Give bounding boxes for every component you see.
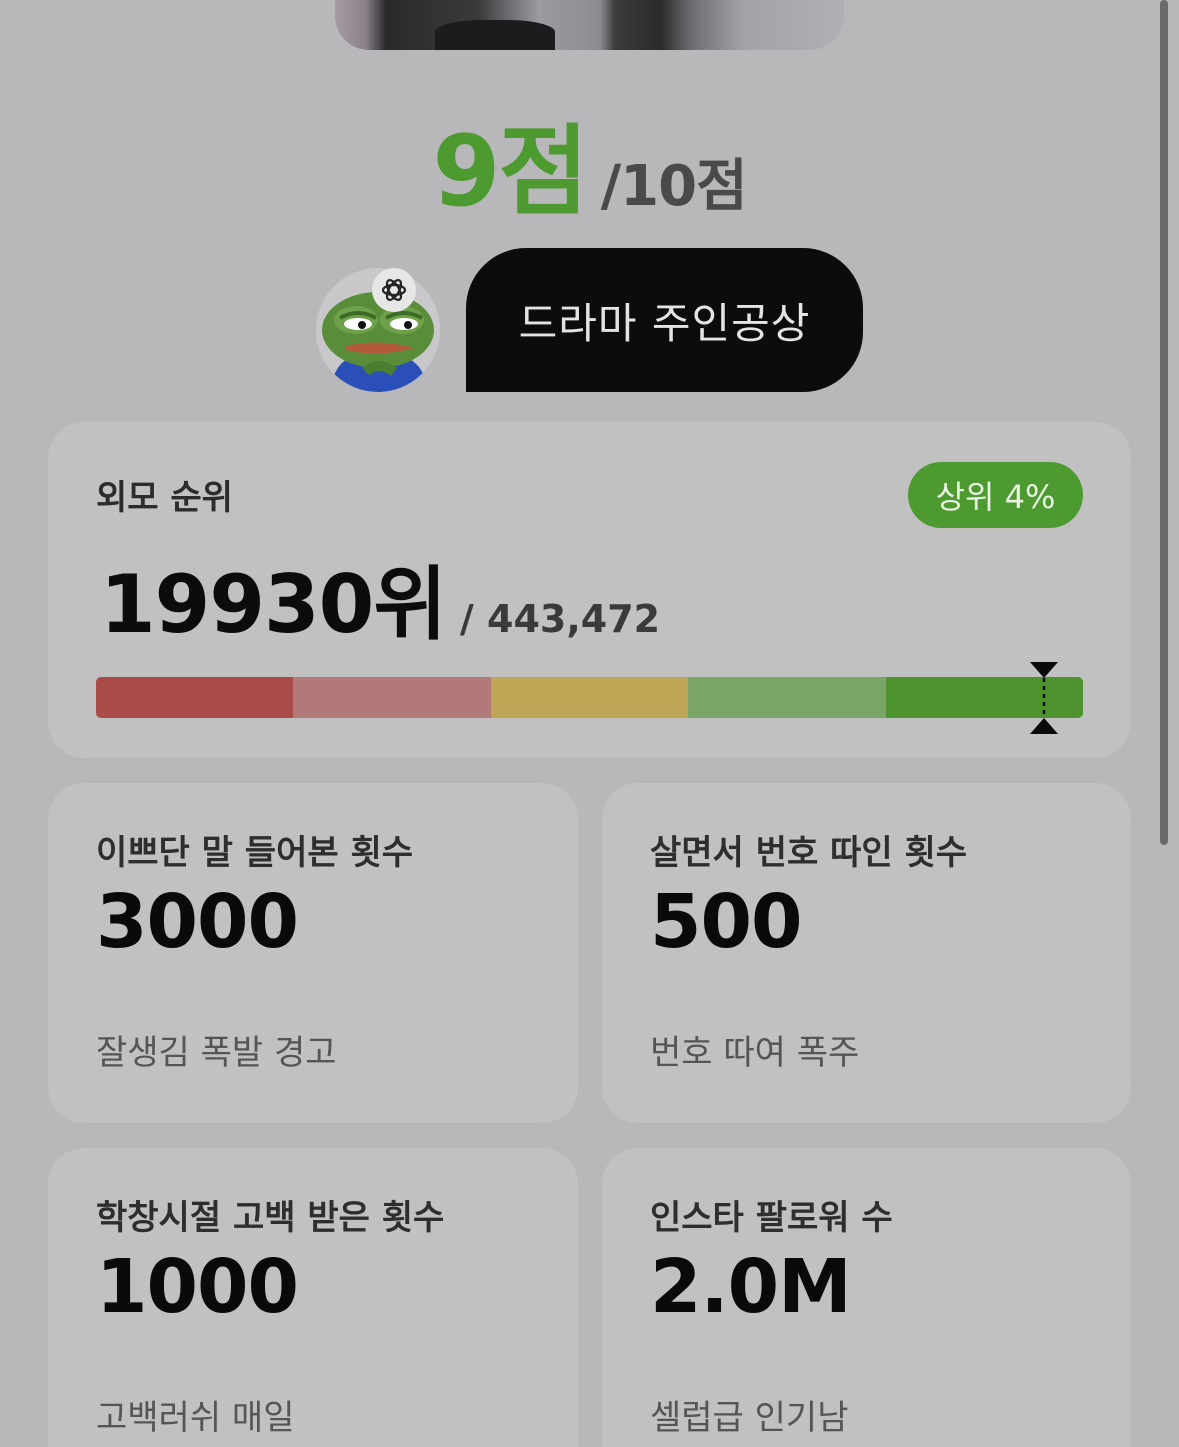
- score-display: 9점/10점: [0, 92, 1179, 234]
- stat-title: 살면서 번호 따인 횟수: [650, 833, 968, 873]
- percentile-badge: 상위 4%: [908, 462, 1083, 528]
- result-page: 9점/10점 드라마 주인공상 외모 순위 상위 4% 19930위 / 443…: [0, 0, 1179, 1447]
- type-label: 드라마 주인공상: [466, 248, 863, 392]
- profile-photo: [335, 0, 844, 50]
- rank-total: / 443,472: [459, 597, 661, 641]
- openai-logo-icon: [372, 268, 416, 312]
- stat-card: 인스타 팔로워 수 2.0M 셀럽급 인기남: [602, 1148, 1131, 1447]
- ranking-title: 외모 순위: [96, 478, 233, 518]
- rank-bar: [96, 677, 1083, 718]
- stat-value: 500: [650, 879, 802, 965]
- stat-caption: 고백러쉬 매일: [96, 1398, 295, 1438]
- stat-title: 이쁘단 말 들어본 횟수: [96, 833, 414, 873]
- stat-caption: 셀럽급 인기남: [650, 1398, 849, 1438]
- photo-detail: [435, 20, 555, 50]
- rank-bar-segment: [688, 677, 886, 718]
- stat-card: 이쁘단 말 들어본 횟수 3000 잘생김 폭발 경고: [48, 783, 578, 1123]
- score-max: /10점: [600, 154, 748, 219]
- score-value: 9점: [432, 115, 588, 229]
- stat-title: 인스타 팔로워 수: [650, 1198, 893, 1238]
- stat-title: 학창시절 고백 받은 횟수: [96, 1198, 445, 1238]
- rank-bar-segment: [96, 677, 294, 718]
- scrollbar[interactable]: [1160, 0, 1168, 845]
- stat-value: 3000: [96, 879, 299, 965]
- stat-card: 살면서 번호 따인 횟수 500 번호 따여 폭주: [602, 783, 1131, 1123]
- stat-caption: 번호 따여 폭주: [650, 1033, 860, 1073]
- ranking-card: 외모 순위 상위 4% 19930위 / 443,472: [48, 422, 1131, 758]
- stat-value: 2.0M: [650, 1244, 852, 1330]
- rank-bar-segment: [293, 677, 491, 718]
- rank-marker-icon: [1029, 662, 1058, 734]
- stat-value: 1000: [96, 1244, 299, 1330]
- stat-card: 학창시절 고백 받은 횟수 1000 고백러쉬 매일: [48, 1148, 578, 1447]
- ranking-value: 19930위 / 443,472: [100, 540, 660, 656]
- rank-bar-segment: [490, 677, 689, 718]
- stat-caption: 잘생김 폭발 경고: [96, 1033, 337, 1073]
- rank-number: 19930위: [100, 558, 447, 651]
